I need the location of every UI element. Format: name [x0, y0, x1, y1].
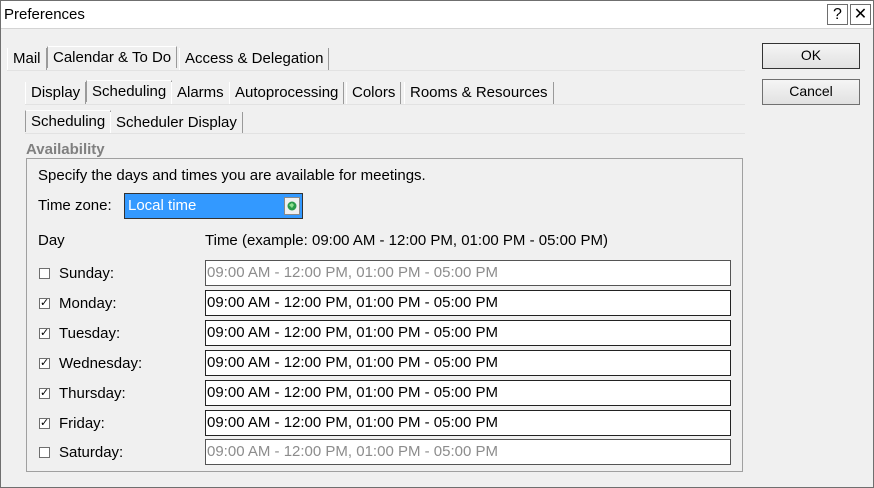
wednesday-time-field[interactable]: 09:00 AM - 12:00 PM, 01:00 PM - 05:00 PM: [205, 350, 731, 376]
window-title: Preferences: [4, 6, 85, 23]
subtab-strip-divider: [25, 104, 745, 105]
friday-time-field[interactable]: 09:00 AM - 12:00 PM, 01:00 PM - 05:00 PM: [205, 410, 731, 436]
tuesday-label: Tuesday:: [59, 325, 121, 342]
tab-label: Display: [31, 84, 81, 101]
saturday-label: Saturday:: [59, 444, 124, 461]
ok-label: OK: [800, 47, 822, 63]
tab-label: Colors: [352, 84, 396, 101]
monday-time-field[interactable]: 09:00 AM - 12:00 PM, 01:00 PM - 05:00 PM: [205, 290, 731, 316]
tab-autoprocessing[interactable]: Autoprocessing: [229, 82, 345, 104]
tab-strip-divider: [7, 70, 745, 71]
sunday-label: Sunday:: [59, 265, 115, 282]
sunday-time-field[interactable]: 09:00 AM - 12:00 PM, 01:00 PM - 05:00 PM: [205, 260, 731, 286]
tuesday-checkbox[interactable]: ✓: [39, 328, 50, 339]
tab-calendar-todo[interactable]: Calendar & To Do: [47, 46, 178, 68]
globe-icon: [287, 201, 297, 211]
tab-label: Scheduling: [31, 113, 106, 130]
inner-tab-divider: [25, 133, 745, 134]
tab-colors[interactable]: Colors: [346, 82, 402, 104]
tab-mail[interactable]: Mail: [7, 48, 47, 70]
friday-checkbox[interactable]: ✓: [39, 418, 50, 429]
tab-alarms[interactable]: Alarms: [171, 82, 230, 104]
saturday-checkbox[interactable]: [39, 447, 50, 458]
availability-description: Specify the days and times you are avail…: [38, 167, 426, 184]
check-icon: ✓: [40, 417, 50, 429]
wednesday-label: Wednesday:: [59, 355, 143, 372]
tab-scheduling-inner[interactable]: Scheduling: [25, 110, 112, 132]
friday-label: Friday:: [59, 415, 105, 432]
tab-label: Mail: [13, 50, 41, 67]
preferences-window: Preferences ? ✕ Mail Calendar & To Do Ac…: [0, 0, 874, 488]
tab-label: Access & Delegation: [185, 50, 324, 67]
day-column-header: Day: [38, 232, 65, 249]
check-icon: ✓: [40, 357, 50, 369]
close-icon: ✕: [853, 6, 868, 23]
sunday-checkbox[interactable]: [39, 268, 50, 279]
time-zone-value: Local time: [128, 197, 197, 214]
check-icon: ✓: [40, 387, 50, 399]
close-button[interactable]: ✕: [850, 4, 871, 25]
ok-button[interactable]: OK: [762, 43, 860, 69]
tab-label: Autoprocessing: [235, 84, 339, 101]
tab-label: Calendar & To Do: [53, 49, 172, 66]
thursday-time-field[interactable]: 09:00 AM - 12:00 PM, 01:00 PM - 05:00 PM: [205, 380, 731, 406]
tab-access-delegation[interactable]: Access & Delegation: [179, 48, 330, 70]
tab-scheduler-display[interactable]: Scheduler Display: [110, 112, 243, 134]
time-zone-select[interactable]: Local time: [124, 193, 303, 219]
check-icon: ✓: [40, 327, 50, 339]
time-column-header: Time (example: 09:00 AM - 12:00 PM, 01:0…: [205, 232, 608, 249]
cancel-button[interactable]: Cancel: [762, 79, 860, 105]
help-button[interactable]: ?: [827, 4, 848, 25]
dropdown-arrow-button[interactable]: [284, 197, 300, 215]
tab-label: Scheduling: [92, 83, 167, 100]
thursday-checkbox[interactable]: ✓: [39, 388, 50, 399]
saturday-time-field[interactable]: 09:00 AM - 12:00 PM, 01:00 PM - 05:00 PM: [205, 439, 731, 465]
tab-rooms-resources[interactable]: Rooms & Resources: [404, 82, 554, 104]
tab-label: Alarms: [177, 84, 224, 101]
tab-label: Scheduler Display: [116, 114, 237, 131]
tab-scheduling[interactable]: Scheduling: [86, 80, 173, 102]
help-icon: ?: [833, 6, 842, 23]
availability-group-title: Availability: [26, 141, 105, 158]
tab-label: Rooms & Resources: [410, 84, 548, 101]
cancel-label: Cancel: [789, 83, 833, 99]
tab-display[interactable]: Display: [25, 82, 87, 104]
time-zone-label: Time zone:: [38, 197, 112, 214]
check-icon: ✓: [40, 297, 50, 309]
monday-label: Monday:: [59, 295, 117, 312]
thursday-label: Thursday:: [59, 385, 126, 402]
monday-checkbox[interactable]: ✓: [39, 298, 50, 309]
title-bar: Preferences ? ✕: [1, 1, 873, 29]
wednesday-checkbox[interactable]: ✓: [39, 358, 50, 369]
tuesday-time-field[interactable]: 09:00 AM - 12:00 PM, 01:00 PM - 05:00 PM: [205, 320, 731, 346]
